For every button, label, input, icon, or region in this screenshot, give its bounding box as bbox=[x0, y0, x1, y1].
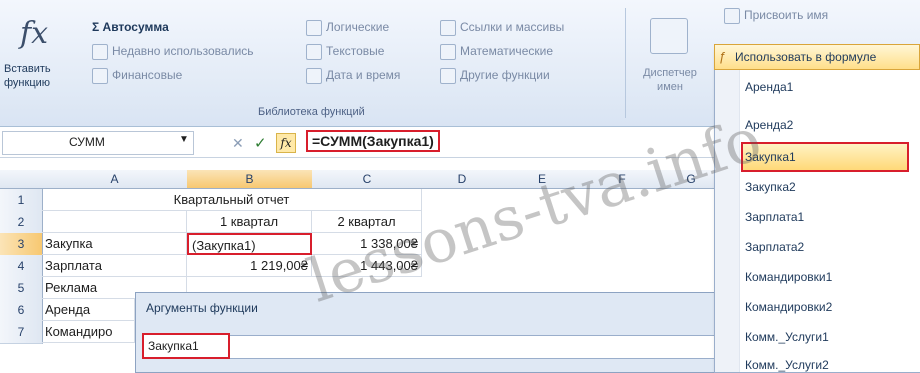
cell-b2[interactable]: 1 квартал bbox=[187, 211, 312, 233]
use-in-formula-menu: Аренда1 Аренда2 Закупка1 Закупка2 Зарпла… bbox=[714, 48, 920, 373]
column-header-d[interactable]: D bbox=[422, 170, 503, 189]
row-header-3[interactable]: 3 bbox=[0, 233, 43, 256]
column-header-a[interactable]: A bbox=[42, 170, 188, 189]
menu-item-komandirovki1[interactable]: Командировки1 bbox=[745, 264, 832, 290]
menu-item-komandirovki2[interactable]: Командировки2 bbox=[745, 294, 832, 320]
cell-a1-title[interactable]: Квартальный отчет bbox=[42, 189, 422, 211]
row-header-7[interactable]: 7 bbox=[0, 321, 43, 344]
column-header-c[interactable]: C bbox=[312, 170, 423, 189]
calendar-icon bbox=[306, 68, 322, 84]
assign-name-button[interactable]: Присвоить имя bbox=[724, 8, 828, 24]
tag-icon bbox=[724, 8, 740, 24]
column-header-f[interactable]: F bbox=[582, 170, 663, 189]
menu-item-zakupka2[interactable]: Закупка2 bbox=[745, 174, 796, 200]
cell-a2[interactable] bbox=[42, 211, 187, 233]
star-icon bbox=[92, 44, 108, 60]
theta-icon bbox=[440, 44, 456, 60]
argument-value[interactable]: Закупка1 bbox=[142, 333, 230, 359]
menu-item-komm-uslugi2[interactable]: Комм._Услуги2 bbox=[745, 354, 829, 372]
menu-item-komm-uslugi1[interactable]: Комм._Услуги1 bbox=[745, 324, 829, 350]
autosum-button[interactable]: Σ Автосумма bbox=[92, 20, 169, 34]
cell-b3-active[interactable]: (Закупка1) bbox=[187, 233, 312, 255]
cell-a3[interactable]: Закупка bbox=[42, 233, 187, 255]
cell-c2[interactable]: 2 квартал bbox=[312, 211, 422, 233]
dialog-title: Аргументы функции bbox=[146, 301, 258, 315]
cell-a4[interactable]: Зарплата bbox=[42, 255, 187, 277]
cell-b4[interactable]: 1 219,00₴ bbox=[187, 255, 312, 277]
menu-item-arenda1[interactable]: Аренда1 bbox=[745, 74, 793, 100]
book-icon bbox=[92, 68, 108, 84]
name-box[interactable]: СУММ ▼ bbox=[2, 131, 194, 155]
cancel-icon[interactable]: ✕ bbox=[232, 135, 244, 152]
math-button[interactable]: Математические bbox=[440, 44, 553, 60]
insert-function-icon[interactable]: fx bbox=[276, 133, 296, 153]
menu-item-zarplata1[interactable]: Зарплата1 bbox=[745, 204, 804, 230]
menu-icon-strip bbox=[715, 49, 740, 372]
function-arguments-dialog: Аргументы функции Закупка1 bbox=[135, 292, 722, 373]
financial-button[interactable]: Финансовые bbox=[92, 68, 182, 84]
row-header-2[interactable]: 2 bbox=[0, 211, 43, 234]
lookup-button[interactable]: Ссылки и массивы bbox=[440, 20, 564, 36]
row-header-1[interactable]: 1 bbox=[0, 189, 43, 212]
question-icon bbox=[306, 20, 322, 36]
row-header-4[interactable]: 4 bbox=[0, 255, 43, 278]
recent-button[interactable]: Недавно использовались bbox=[92, 44, 254, 60]
menu-item-zakupka1[interactable]: Закупка1 bbox=[745, 144, 796, 170]
column-header-e[interactable]: E bbox=[502, 170, 583, 189]
function-library-label: Библиотека функций bbox=[258, 106, 365, 118]
datetime-button[interactable]: Дата и время bbox=[306, 68, 400, 84]
menu-item-arenda2[interactable]: Аренда2 bbox=[745, 112, 793, 138]
insert-function-label: Вставить функцию bbox=[4, 63, 51, 89]
enter-icon[interactable]: ✓ bbox=[254, 134, 267, 152]
more-functions-icon bbox=[440, 68, 456, 84]
insert-function-button[interactable]: fx bbox=[20, 16, 48, 51]
cell-a7[interactable]: Командиро bbox=[42, 321, 135, 343]
logical-button[interactable]: Логические bbox=[306, 20, 389, 36]
lookup-icon bbox=[440, 20, 456, 36]
column-header-b[interactable]: B bbox=[187, 170, 313, 189]
name-manager-button[interactable]: Диспетчер имен bbox=[630, 66, 710, 94]
row-header-5[interactable]: 5 bbox=[0, 277, 43, 300]
name-manager-icon bbox=[650, 18, 688, 54]
fx-icon: fx bbox=[20, 16, 49, 51]
other-functions-button[interactable]: Другие функции bbox=[440, 68, 550, 84]
row-header-6[interactable]: 6 bbox=[0, 299, 43, 322]
select-all-corner[interactable] bbox=[0, 170, 43, 189]
cell-c3[interactable]: 1 338,00₴ bbox=[312, 233, 422, 255]
cell-a6[interactable]: Аренда bbox=[42, 299, 135, 321]
group-separator bbox=[625, 8, 626, 118]
chevron-down-icon[interactable]: ▼ bbox=[179, 134, 189, 145]
sheet-grid: A B C D E F G 1 2 3 4 5 Квартальный отче… bbox=[0, 170, 721, 300]
cell-c4[interactable]: 1 443,00₴ bbox=[312, 255, 422, 277]
menu-item-zarplata2[interactable]: Зарплата2 bbox=[745, 234, 804, 260]
text-a-icon bbox=[306, 44, 322, 60]
text-button[interactable]: Текстовые bbox=[306, 44, 384, 60]
use-in-formula-button[interactable]: ƒ Использовать в формуле bbox=[714, 44, 920, 70]
formula-name-icon: ƒ bbox=[719, 49, 727, 64]
formula-input[interactable]: =СУММ(Закупка1) bbox=[306, 130, 440, 152]
column-header-g[interactable]: G bbox=[662, 170, 721, 189]
